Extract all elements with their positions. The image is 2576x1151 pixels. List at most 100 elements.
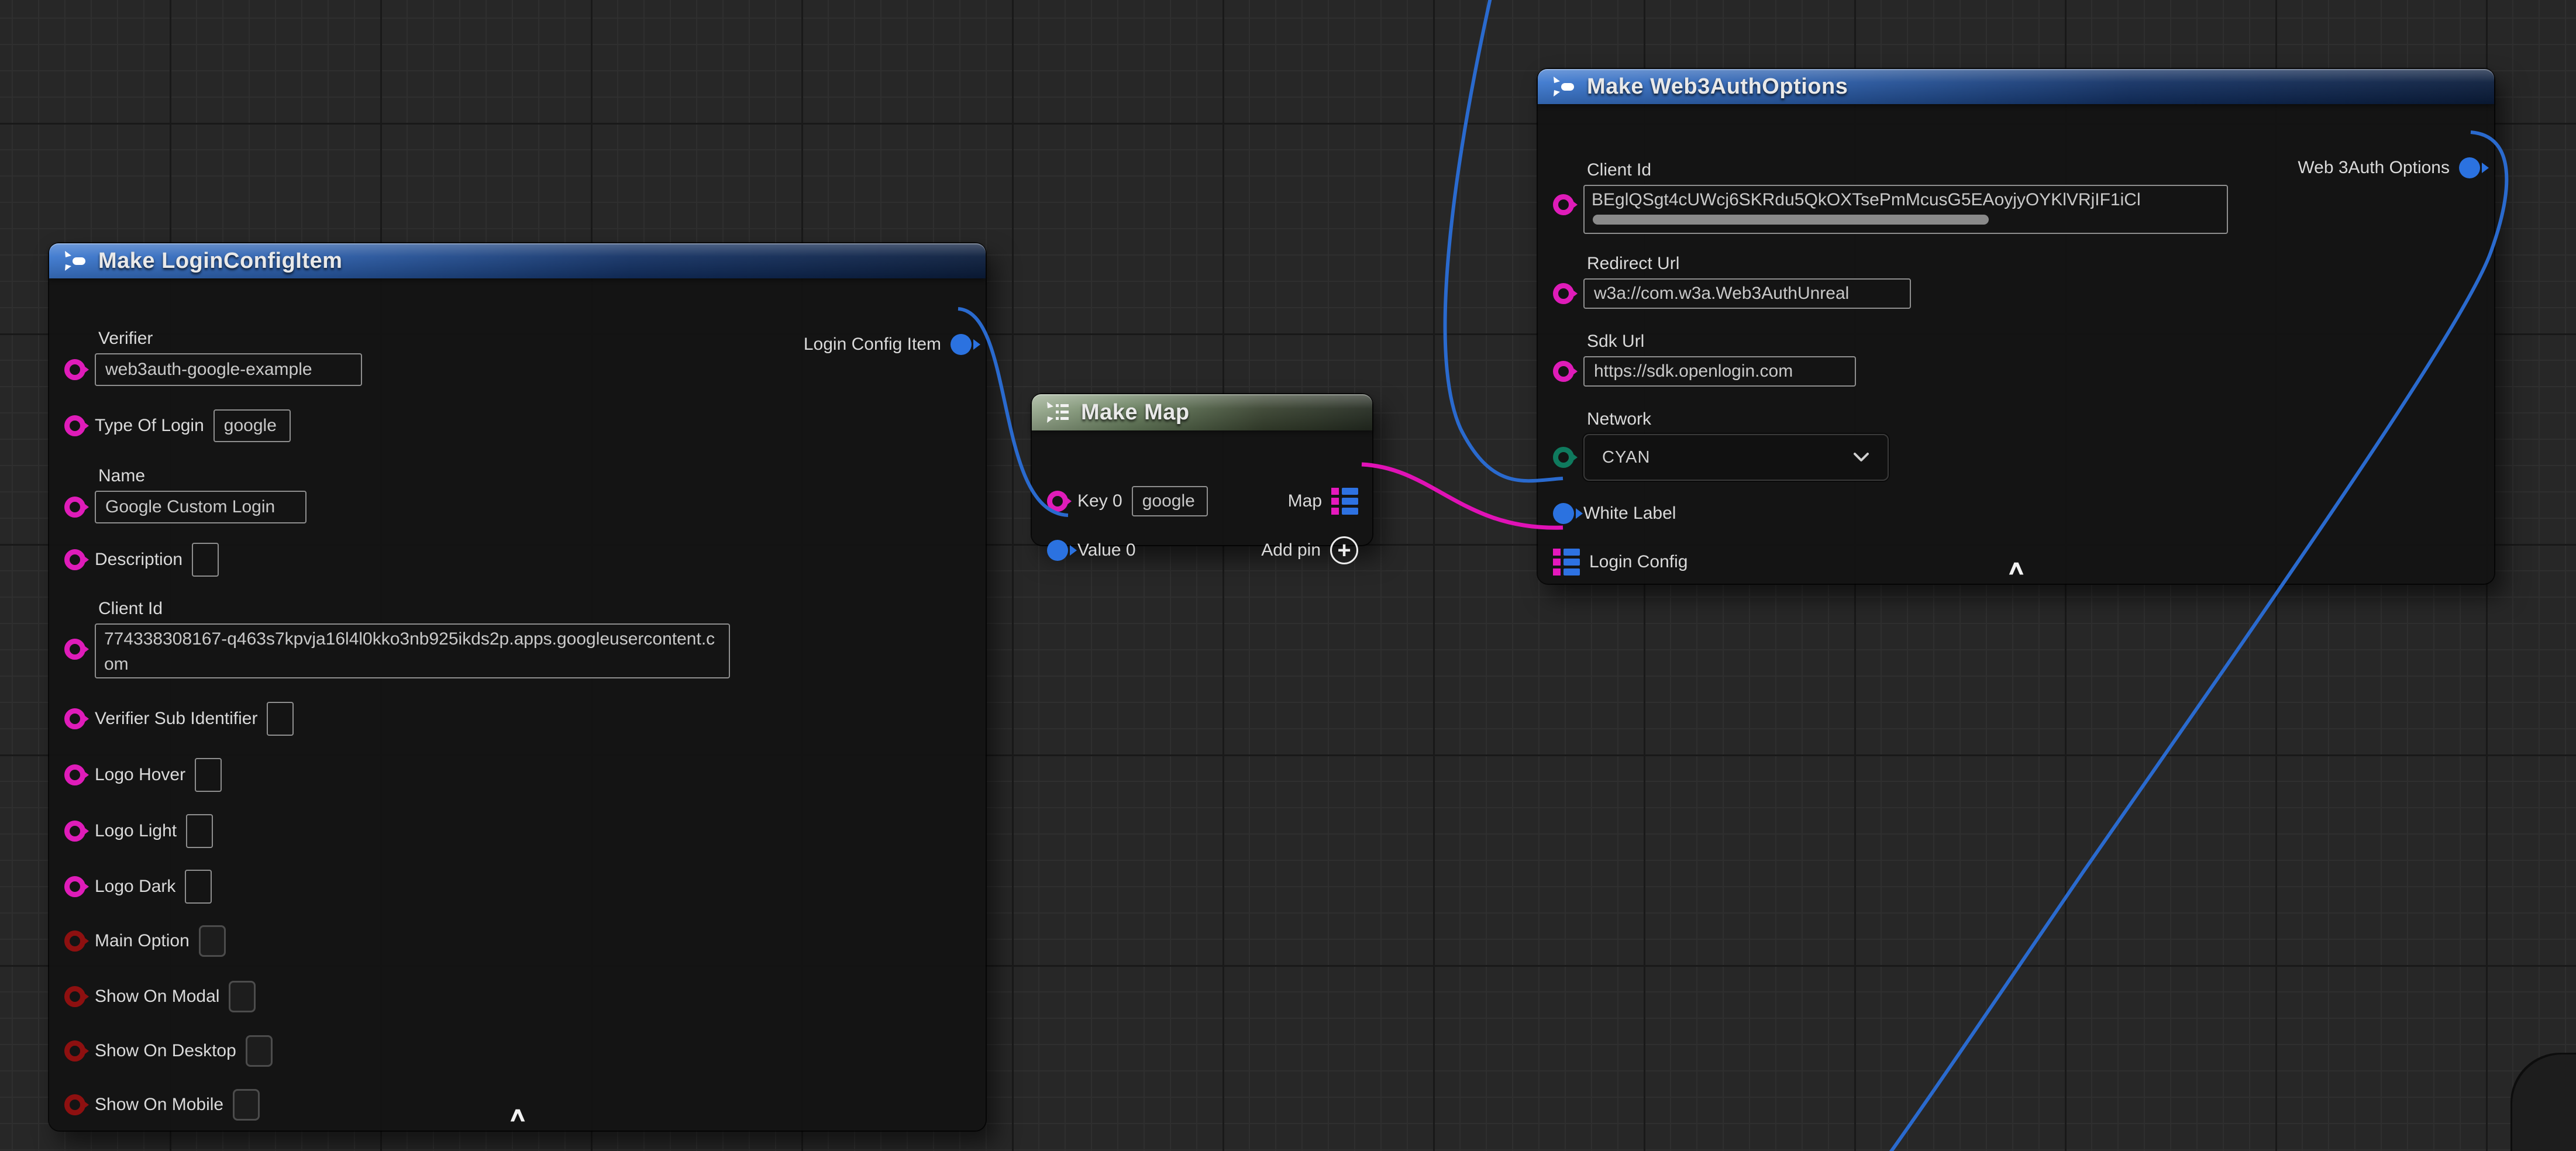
pin-label-logo-dark: Logo Dark	[95, 877, 175, 897]
pin-network[interactable]	[1553, 447, 1574, 468]
key0-input[interactable]: google	[1132, 486, 1208, 516]
output-pin-label: Login Config Item	[804, 335, 941, 354]
pin-label-verifier-sub-identifier: Verifier Sub Identifier	[95, 709, 257, 729]
pin-label-verifier: Verifier	[98, 329, 362, 349]
add-pin-button[interactable]: +	[1330, 536, 1358, 564]
show-on-modal-checkbox[interactable]	[229, 981, 256, 1012]
pin-group-name: Name Google Custom Login	[64, 466, 306, 523]
client-id-horizontal-scrollbar[interactable]	[1593, 215, 1989, 225]
pin-label-show-on-desktop: Show On Desktop	[95, 1041, 236, 1061]
pin-verifier-sub-identifier[interactable]	[64, 708, 85, 729]
pin-label-map: Map	[1288, 491, 1322, 511]
pin-label-show-on-mobile: Show On Mobile	[95, 1095, 223, 1115]
pin-value0[interactable]	[1047, 540, 1068, 561]
pin-label-name: Name	[98, 466, 306, 486]
blueprint-graph-canvas[interactable]: { "colors": { "canvas_bg": "#272727", "h…	[0, 0, 2576, 1151]
type-of-login-input[interactable]: google	[213, 409, 291, 442]
pin-show-on-modal[interactable]	[64, 986, 85, 1007]
main-option-checkbox[interactable]	[199, 925, 226, 957]
pin-group-network: Network CYAN	[1553, 409, 1889, 481]
pin-client-id[interactable]	[64, 639, 85, 660]
pin-label-key0: Key 0	[1077, 491, 1122, 511]
pin-row-verifier-sub-identifier: Verifier Sub Identifier	[64, 702, 294, 736]
pin-row-key0: Key 0 google	[1047, 484, 1208, 518]
pin-row-main-option: Main Option	[64, 924, 226, 958]
network-dropdown[interactable]: CYAN	[1583, 434, 1889, 481]
pin-row-description: Description	[64, 543, 219, 577]
pin-label-client-id: Client Id	[1587, 160, 2228, 180]
pin-row-show-on-mobile: Show On Mobile	[64, 1088, 260, 1122]
pin-row-login-config: Login Config	[1553, 545, 1688, 579]
pin-label-network: Network	[1587, 409, 1889, 429]
pin-row-web3auth-options-output: Web 3Auth Options	[2298, 151, 2480, 185]
wire-makemap-map-to-web3auth-loginconfig[interactable]	[1362, 464, 1563, 528]
output-pin-label: Web 3Auth Options	[2298, 158, 2450, 178]
client-id-input[interactable]: 774338308167-q463s7kpvja16l4l0kko3nb925i…	[95, 623, 730, 678]
node-header-make-map[interactable]: Make Map	[1032, 394, 1372, 430]
pin-label-logo-light: Logo Light	[95, 821, 177, 841]
pin-name[interactable]	[64, 497, 85, 518]
pin-row-logo-light: Logo Light	[64, 814, 213, 848]
node-header-make-web3authoptions[interactable]: Make Web3AuthOptions	[1538, 69, 2494, 104]
pin-type-of-login[interactable]	[64, 415, 85, 436]
pin-client-id[interactable]	[1553, 194, 1574, 215]
node-title: Make LoginConfigItem	[98, 249, 342, 274]
pin-logo-light[interactable]	[64, 821, 85, 842]
sdk-url-input[interactable]: https://sdk.openlogin.com	[1583, 356, 1856, 387]
node-header-make-loginconfigitem[interactable]: Make LoginConfigItem	[49, 243, 986, 278]
pin-show-on-mobile[interactable]	[64, 1094, 85, 1115]
logo-dark-input[interactable]	[185, 870, 212, 904]
pin-label-type-of-login: Type Of Login	[95, 416, 204, 436]
pin-label-description: Description	[95, 550, 182, 570]
pin-row-type-of-login: Type Of Login google	[64, 409, 291, 443]
pin-label-client-id: Client Id	[98, 599, 730, 619]
pin-white-label[interactable]	[1553, 503, 1574, 524]
pin-row-logo-dark: Logo Dark	[64, 870, 212, 904]
redirect-url-input[interactable]: w3a://com.w3a.Web3AuthUnreal	[1583, 278, 1911, 309]
pin-row-show-on-modal: Show On Modal	[64, 980, 256, 1014]
pin-label-main-option: Main Option	[95, 931, 190, 951]
show-on-desktop-checkbox[interactable]	[246, 1035, 273, 1067]
pin-sdk-url[interactable]	[1553, 361, 1574, 382]
node-make-loginconfigitem[interactable]: Make LoginConfigItem Login Config Item V…	[49, 243, 986, 1131]
name-input[interactable]: Google Custom Login	[95, 491, 306, 523]
pin-verifier[interactable]	[64, 359, 85, 380]
pin-label-value0: Value 0	[1077, 540, 1136, 560]
pin-main-option[interactable]	[64, 931, 85, 952]
collapse-node-chevron-icon[interactable]: ∧	[507, 1105, 528, 1125]
show-on-mobile-checkbox[interactable]	[233, 1089, 260, 1121]
pin-group-client-id: Client Id BEglQSgt4cUWcj6SKRdu5QkOXTsePm…	[1553, 160, 2228, 234]
partial-node-corner	[2510, 1053, 2576, 1151]
make-struct-icon	[62, 248, 88, 274]
make-map-icon	[1045, 399, 1070, 425]
client-id-text: BEglQSgt4cUWcj6SKRdu5QkOXTsePmMcusG5EAoy…	[1592, 188, 2220, 212]
client-id-input[interactable]: BEglQSgt4cUWcj6SKRdu5QkOXTsePmMcusG5EAoy…	[1583, 185, 2228, 234]
pin-row-white-label: White Label	[1553, 497, 1676, 530]
plus-icon: +	[1337, 539, 1351, 562]
chevron-down-icon	[1852, 451, 1870, 464]
pin-redirect-url[interactable]	[1553, 283, 1574, 304]
add-pin-label: Add pin	[1261, 540, 1321, 560]
pin-label-sdk-url: Sdk Url	[1587, 332, 1856, 351]
pin-login-config[interactable]	[1553, 549, 1580, 576]
pin-show-on-desktop[interactable]	[64, 1040, 85, 1062]
collapse-node-chevron-icon[interactable]: ∧	[2006, 558, 2026, 578]
pin-map-output[interactable]	[1331, 488, 1358, 515]
pin-logo-dark[interactable]	[64, 876, 85, 897]
pin-row-map-output: Map	[1288, 484, 1358, 518]
logo-light-input[interactable]	[186, 814, 213, 848]
network-selected-value: CYAN	[1602, 448, 1650, 467]
node-make-web3authoptions[interactable]: Make Web3AuthOptions Web 3Auth Options C…	[1538, 69, 2494, 584]
logo-hover-input[interactable]	[195, 758, 222, 792]
pin-description[interactable]	[64, 549, 85, 570]
pin-group-verifier: Verifier web3auth-google-example	[64, 329, 362, 386]
verifier-input[interactable]: web3auth-google-example	[95, 353, 362, 386]
pin-login-config-item-output[interactable]	[950, 334, 972, 355]
pin-web3auth-options-output[interactable]	[2459, 157, 2480, 178]
add-pin-row: Add pin +	[1261, 533, 1358, 567]
pin-label-white-label: White Label	[1583, 504, 1676, 523]
verifier-sub-identifier-input[interactable]	[267, 702, 294, 736]
description-input[interactable]	[192, 543, 219, 577]
node-make-map[interactable]: Make Map Key 0 google Map Value 0 Add pi…	[1032, 394, 1372, 545]
pin-logo-hover[interactable]	[64, 764, 85, 785]
